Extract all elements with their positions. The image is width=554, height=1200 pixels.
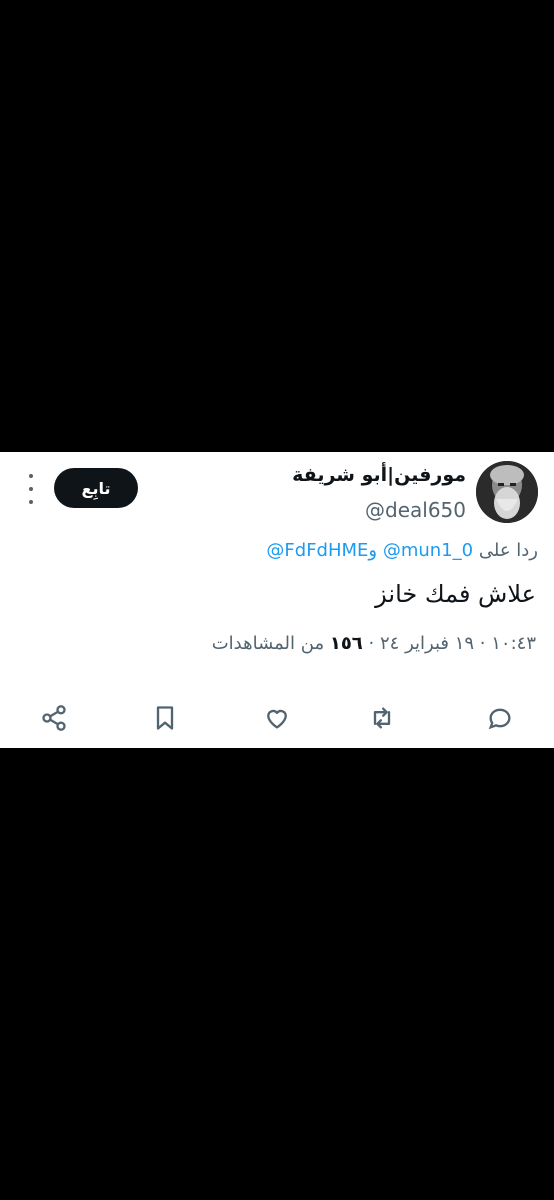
retweet-icon[interactable]	[366, 702, 398, 734]
share-icon[interactable]	[38, 702, 70, 734]
reply-context: ردا على @mun1_0 و@FdFdHME	[266, 540, 538, 561]
reply-prefix: ردا على	[478, 540, 538, 561]
views-label: من المشاهدات	[211, 633, 325, 654]
action-bar	[0, 702, 554, 738]
tweet-time[interactable]: ١٠:٤٣	[491, 633, 536, 654]
reply-conjunction: و	[368, 540, 378, 561]
bookmark-icon[interactable]	[149, 702, 181, 734]
views-count: ١٥٦	[329, 633, 363, 654]
tweet-meta: ١٠:٤٣ · ١٩ فبراير ٢٤ · ١٥٦ من المشاهدات	[212, 633, 536, 654]
tweet-card[interactable]: مورفين|أبو شريفة @deal650 تابِع ردا على …	[0, 452, 554, 748]
tweet-text: علاش فمك خانز	[375, 580, 536, 608]
reply-mention-1[interactable]: @mun1_0	[383, 540, 473, 561]
reply-mention-2[interactable]: @FdFdHME	[266, 540, 368, 561]
avatar[interactable]	[476, 461, 538, 523]
avatar-image	[476, 461, 538, 523]
reply-icon[interactable]	[484, 702, 516, 734]
meta-separator: ·	[368, 633, 375, 654]
follow-button[interactable]: تابِع	[54, 468, 138, 508]
display-name[interactable]: مورفين|أبو شريفة	[292, 464, 466, 486]
user-handle[interactable]: @deal650	[365, 498, 466, 522]
heart-icon[interactable]	[261, 702, 293, 734]
meta-separator: ·	[479, 633, 486, 654]
more-vertical-icon[interactable]	[24, 474, 38, 504]
tweet-date[interactable]: ١٩ فبراير ٢٤	[380, 633, 474, 654]
